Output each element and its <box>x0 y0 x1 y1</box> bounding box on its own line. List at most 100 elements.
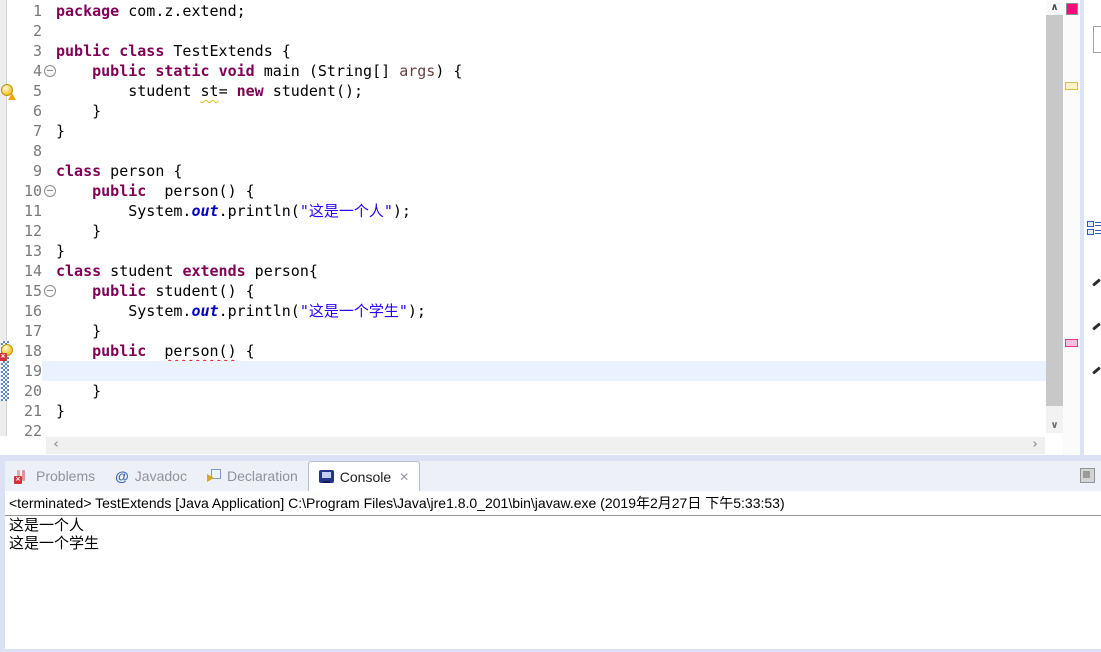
scroll-right-arrow-icon[interactable]: › <box>1028 437 1042 454</box>
code-line[interactable]: 1 package com.z.extend; <box>0 1 1046 21</box>
code-line[interactable]: 7} <box>0 121 1046 141</box>
line-number[interactable]: 16 <box>16 301 44 321</box>
code-line[interactable]: 18 public person() { <box>0 341 1046 361</box>
code-text[interactable]: class person { <box>56 161 1046 181</box>
close-icon[interactable]: ✕ <box>399 470 409 484</box>
code-line[interactable]: 14 class student extends person{ <box>0 261 1046 281</box>
line-number[interactable]: 22 <box>16 421 44 437</box>
code-line[interactable]: 22 <box>0 421 1046 437</box>
minimized-view-icon[interactable] <box>1092 322 1101 331</box>
scroll-down-arrow-icon[interactable]: ∨ <box>1046 418 1063 433</box>
tab-declaration[interactable]: Declaration <box>197 461 308 491</box>
overview-ruler[interactable] <box>1063 0 1080 455</box>
code-text[interactable]: class student extends person{ <box>56 261 1046 281</box>
vertical-scrollbar-thumb[interactable] <box>1046 15 1063 406</box>
code-text[interactable]: public student() { <box>56 281 1046 301</box>
code-line[interactable]: 2 <box>0 21 1046 41</box>
code-line[interactable]: 10 public person() { <box>0 181 1046 201</box>
line-number[interactable]: 13 <box>16 241 44 261</box>
scroll-left-arrow-icon[interactable]: ‹ <box>49 437 63 454</box>
code-text[interactable]: } <box>56 241 1046 261</box>
code-text[interactable]: } <box>56 381 1046 401</box>
marker-cell <box>0 161 16 181</box>
warning-lightbulb-icon[interactable] <box>1 84 16 100</box>
line-number[interactable]: 6 <box>16 101 44 121</box>
overview-error-indicator[interactable] <box>1066 3 1078 15</box>
code-text[interactable]: package com.z.extend; <box>56 1 1046 21</box>
line-number[interactable]: 10 <box>16 181 44 201</box>
code-text[interactable]: public class TestExtends { <box>56 41 1046 61</box>
code-text[interactable]: } <box>56 101 1046 121</box>
code-text[interactable]: } <box>56 121 1046 141</box>
editor-right-sash[interactable] <box>1080 0 1084 461</box>
code-text[interactable]: public person() { <box>56 181 1046 201</box>
code-line[interactable]: 4 public static void main (String[] args… <box>0 61 1046 81</box>
code-lines[interactable]: 1 package com.z.extend; 2 3 public class Tes… <box>0 1 1046 437</box>
tab-javadoc[interactable]: @ Javadoc <box>105 461 197 491</box>
line-number[interactable]: 9 <box>16 161 44 181</box>
code-line[interactable]: 11 System.out.println("这是一个人"); <box>0 201 1046 221</box>
line-number[interactable]: 15 <box>16 281 44 301</box>
code-text[interactable] <box>56 421 1046 437</box>
code-text[interactable]: } <box>56 321 1046 341</box>
code-line[interactable]: 8 <box>0 141 1046 161</box>
code-text[interactable]: } <box>56 401 1046 421</box>
code-text[interactable]: student st= new student(); <box>56 81 1046 101</box>
fold-column <box>44 261 56 281</box>
code-line[interactable]: 19 <box>0 361 1046 381</box>
tab-label: Console <box>339 468 392 485</box>
code-line[interactable]: 20 } <box>0 381 1046 401</box>
code-text[interactable]: System.out.println("这是一个人"); <box>56 201 1046 221</box>
tab-console[interactable]: Console ✕ <box>307 461 421 491</box>
minimized-view-slot[interactable] <box>1093 26 1101 53</box>
tab-problems[interactable]: Problems <box>5 461 105 491</box>
fold-toggle-icon[interactable] <box>44 65 56 77</box>
java-editor[interactable]: 1 package com.z.extend; 2 3 public class Tes… <box>0 0 1080 461</box>
line-number[interactable]: 5 <box>16 81 44 101</box>
line-number[interactable]: 17 <box>16 321 44 341</box>
code-text[interactable] <box>56 21 1046 41</box>
outline-view-icon[interactable] <box>1087 221 1101 236</box>
code-line[interactable]: 17 } <box>0 321 1046 341</box>
code-line[interactable]: 16 System.out.println("这是一个学生"); <box>0 301 1046 321</box>
line-number[interactable]: 8 <box>16 141 44 161</box>
code-line[interactable]: 21} <box>0 401 1046 421</box>
line-number[interactable]: 11 <box>16 201 44 221</box>
line-number[interactable]: 21 <box>16 401 44 421</box>
line-number[interactable]: 2 <box>16 21 44 41</box>
overview-warning-marker[interactable] <box>1065 82 1078 90</box>
console-output[interactable]: 这是一个人 这是一个学生 <box>5 517 1101 553</box>
scroll-up-arrow-icon[interactable]: ∧ <box>1046 0 1063 15</box>
code-line[interactable]: 9 class person { <box>0 161 1046 181</box>
code-text[interactable] <box>56 361 1046 381</box>
code-text[interactable]: public person() { <box>56 341 1046 361</box>
line-number[interactable]: 19 <box>16 361 44 381</box>
line-number[interactable]: 4 <box>16 61 44 81</box>
minimized-view-icon[interactable] <box>1092 278 1101 287</box>
fold-toggle-icon[interactable] <box>44 185 56 197</box>
code-text[interactable]: } <box>56 221 1046 241</box>
code-line[interactable]: 13} <box>0 241 1046 261</box>
line-number[interactable]: 3 <box>16 41 44 61</box>
line-number[interactable]: 12 <box>16 221 44 241</box>
line-number[interactable]: 1 <box>16 1 44 21</box>
minimized-view-icon[interactable] <box>1092 366 1101 375</box>
line-number[interactable]: 20 <box>16 381 44 401</box>
code-line[interactable]: 5 student st= new student(); <box>0 81 1046 101</box>
code-line[interactable]: 3 public class TestExtends { <box>0 41 1046 61</box>
code-line[interactable]: 6 } <box>0 101 1046 121</box>
code-text[interactable]: public static void main (String[] args) … <box>56 61 1046 81</box>
editor-vertical-scrollbar[interactable]: ∧ ∨ <box>1046 0 1063 433</box>
line-number[interactable]: 14 <box>16 261 44 281</box>
line-number[interactable]: 18 <box>16 341 44 361</box>
error-lightbulb-icon[interactable] <box>0 344 14 361</box>
code-line[interactable]: 12 } <box>0 221 1046 241</box>
maximize-view-icon[interactable] <box>1080 468 1095 483</box>
line-number[interactable]: 7 <box>16 121 44 141</box>
code-text[interactable]: System.out.println("这是一个学生"); <box>56 301 1046 321</box>
code-line[interactable]: 15 public student() { <box>0 281 1046 301</box>
overview-error-marker[interactable] <box>1065 339 1078 347</box>
code-text[interactable] <box>56 141 1046 161</box>
editor-horizontal-scrollbar[interactable]: ‹ › <box>46 437 1045 454</box>
fold-toggle-icon[interactable] <box>44 285 56 297</box>
